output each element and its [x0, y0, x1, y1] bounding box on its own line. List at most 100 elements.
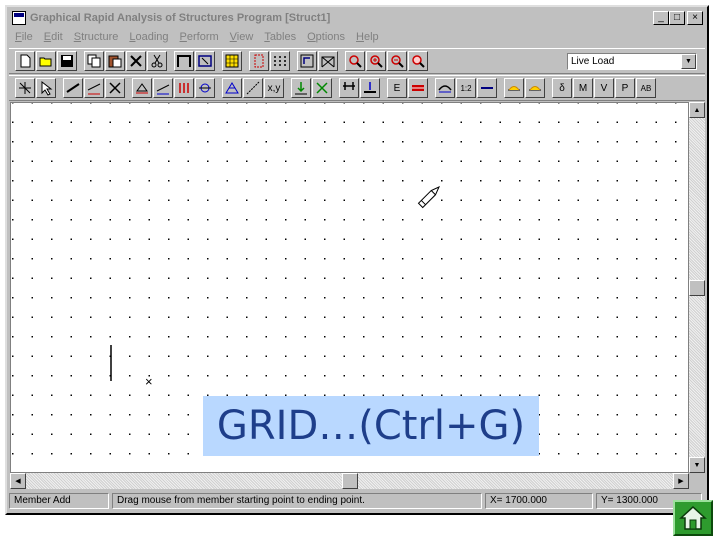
- copy-button[interactable]: [84, 51, 104, 71]
- scroll-up-button[interactable]: ▲: [689, 102, 705, 118]
- point-load-button[interactable]: [291, 78, 311, 98]
- zoom-out-button[interactable]: [387, 51, 407, 71]
- coordinates-button[interactable]: x,y: [264, 78, 284, 98]
- zoom-all-button[interactable]: [408, 51, 428, 71]
- open-folder-icon: [39, 57, 52, 67]
- temperature-load-button[interactable]: [408, 78, 428, 98]
- axial-table-button[interactable]: P: [615, 78, 635, 98]
- horizontal-scroll-thumb[interactable]: [342, 473, 358, 489]
- member-load-button[interactable]: [360, 78, 380, 98]
- moment-diagram-icon: [529, 86, 541, 91]
- truss-button[interactable]: [222, 78, 242, 98]
- close-button[interactable]: ×: [687, 11, 703, 25]
- delete-button[interactable]: [126, 51, 146, 71]
- chevron-down-icon[interactable]: ▼: [681, 54, 696, 69]
- grid-shortcut-caption: GRID…(Ctrl+G): [203, 396, 539, 456]
- save-icon: [61, 55, 73, 67]
- distributed-load-button[interactable]: [339, 78, 359, 98]
- status-bar: Member Add Drag mouse from member starti…: [9, 491, 705, 511]
- app-icon[interactable]: [12, 11, 26, 25]
- paste-icon: [108, 55, 122, 68]
- shear-diagram-button[interactable]: [504, 78, 524, 98]
- axial-label: P: [621, 82, 629, 94]
- menu-help[interactable]: Help: [356, 31, 379, 43]
- member-number-icon: [87, 83, 101, 95]
- menu-loading[interactable]: Loading: [129, 31, 168, 43]
- inclined-button[interactable]: [243, 78, 263, 98]
- frame-icon: [177, 55, 191, 67]
- scroll-left-button[interactable]: ◀: [10, 473, 26, 489]
- zoom-window-button[interactable]: [345, 51, 365, 71]
- save-button[interactable]: [57, 51, 77, 71]
- deflected-shape-button[interactable]: [435, 78, 455, 98]
- temperature-icon: [412, 85, 424, 91]
- line-icon: [481, 87, 493, 89]
- grid-toggle-button[interactable]: [222, 51, 242, 71]
- horizontal-scrollbar[interactable]: ◀ ▶: [10, 473, 689, 489]
- load-case-select[interactable]: Live Load ▼: [567, 53, 697, 70]
- release-button[interactable]: [174, 78, 194, 98]
- title-bar[interactable]: Graphical Rapid Analysis of Structures P…: [9, 9, 705, 27]
- moment-label: M: [578, 82, 588, 94]
- dot-grid-button[interactable]: [270, 51, 290, 71]
- new-file-button[interactable]: [15, 51, 35, 71]
- maximize-button[interactable]: □: [669, 11, 685, 25]
- menu-view[interactable]: View: [230, 31, 254, 43]
- modulus-button[interactable]: E: [387, 78, 407, 98]
- section-button[interactable]: [195, 78, 215, 98]
- support-button[interactable]: [132, 78, 152, 98]
- scroll-down-button[interactable]: ▼: [689, 457, 705, 473]
- line-button[interactable]: [477, 78, 497, 98]
- snap-button[interactable]: [249, 51, 269, 71]
- pencil-cursor-icon: [417, 185, 441, 209]
- select-window-button[interactable]: [195, 51, 215, 71]
- menu-structure[interactable]: Structure: [74, 31, 119, 43]
- moment-load-icon: [316, 82, 328, 94]
- node-add-button[interactable]: [15, 78, 35, 98]
- grid-icon: [225, 54, 239, 68]
- deflection-table-button[interactable]: δ: [552, 78, 572, 98]
- coordinates-label: x,y: [267, 82, 281, 94]
- cursor-mark: ×: [145, 374, 153, 389]
- spring-button[interactable]: [153, 78, 173, 98]
- reaction-table-button[interactable]: AB: [636, 78, 656, 98]
- zoom-in-icon: [370, 55, 383, 68]
- select-arrow-button[interactable]: [36, 78, 56, 98]
- vertical-scroll-thumb[interactable]: [689, 280, 705, 296]
- menu-options[interactable]: Options: [307, 31, 345, 43]
- deflection-label: δ: [559, 82, 565, 94]
- status-x-coord: X= 1700.000: [485, 493, 593, 509]
- member-delete-button[interactable]: [105, 78, 125, 98]
- select-arrow-icon: [41, 80, 53, 96]
- member-delete-icon: [109, 82, 121, 94]
- shear-diagram-icon: [508, 86, 520, 91]
- moment-diagram-button[interactable]: [525, 78, 545, 98]
- vertical-scrollbar[interactable]: ▲ ▼: [689, 102, 705, 473]
- cut-button[interactable]: [147, 51, 167, 71]
- shear-table-button[interactable]: V: [594, 78, 614, 98]
- menu-edit[interactable]: Edit: [44, 31, 63, 43]
- moment-table-button[interactable]: M: [573, 78, 593, 98]
- structure-view-button[interactable]: [318, 51, 338, 71]
- scroll-right-button[interactable]: ▶: [673, 473, 689, 489]
- open-file-button[interactable]: [36, 51, 56, 71]
- home-button[interactable]: [673, 500, 713, 536]
- menu-tables[interactable]: Tables: [264, 31, 296, 43]
- menu-perform[interactable]: Perform: [180, 31, 219, 43]
- member-add-button[interactable]: [63, 78, 83, 98]
- member-number-button[interactable]: [84, 78, 104, 98]
- span-ratio-button[interactable]: 1:2: [456, 78, 476, 98]
- release-icon: [179, 83, 189, 93]
- redraw-button[interactable]: [297, 51, 317, 71]
- moment-load-button[interactable]: [312, 78, 332, 98]
- zoom-in-button[interactable]: [366, 51, 386, 71]
- minimize-button[interactable]: _: [653, 11, 669, 25]
- load-case-value: Live Load: [571, 56, 615, 67]
- span-ratio-label: 1:2: [460, 83, 472, 93]
- frame-tool-button[interactable]: [174, 51, 194, 71]
- menu-file[interactable]: File: [15, 31, 33, 43]
- zoom-window-icon: [349, 55, 362, 68]
- paste-button[interactable]: [105, 51, 125, 71]
- status-mode: Member Add: [9, 493, 109, 509]
- shear-label: V: [600, 82, 608, 94]
